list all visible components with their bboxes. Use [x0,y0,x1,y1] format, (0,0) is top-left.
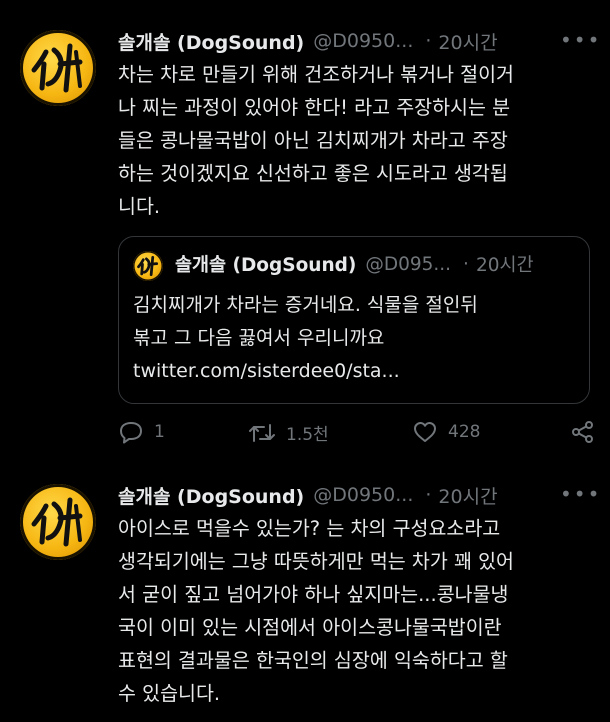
user-handle[interactable]: @D0950... [313,30,413,52]
tweet-header: 솔개솔 (DogSound) @D0950... · 20시간 [118,480,498,510]
logo-icon [137,255,159,277]
quoted-display-name: 솔개솔 (DogSound) [175,255,357,276]
avatar[interactable] [20,30,96,106]
like-count: 428 [448,422,481,442]
retweet-count: 1.5천 [286,425,329,445]
tweet-header: 솔개솔 (DogSound) @D0950... · 20시간 [118,26,498,56]
retweet-button[interactable]: 1.5천 [248,420,329,445]
quoted-timestamp: 20시간 [475,255,534,276]
timestamp[interactable]: 20시간 [438,482,497,509]
reply-count: 1 [154,422,165,442]
reply-icon [120,422,142,444]
separator-dot: · [425,30,432,52]
retweet-icon [249,423,275,442]
like-button[interactable]: 428 [412,420,480,444]
user-handle[interactable]: @D0950... [313,484,413,506]
logo-icon [31,43,83,93]
quoted-header: 솔개솔 (DogSound) @D095... · 20시간 [175,251,534,277]
quoted-avatar [133,251,163,281]
share-button[interactable] [570,420,606,444]
display-name[interactable]: 솔개솔 (DogSound) [118,482,304,509]
heart-icon [414,422,436,442]
timestamp[interactable]: 20시간 [438,28,497,55]
separator-dot: · [425,484,432,506]
more-options-icon[interactable]: ••• [560,482,601,506]
quoted-handle: @D095... [365,253,452,275]
avatar[interactable] [20,484,96,560]
logo-icon [31,497,83,547]
quoted-text: 김치찌개가 차라는 증거네요. 식물을 절인뒤 볶고 그 다음 끓여서 우리니까… [133,294,478,382]
tweet-text: 차는 차로 만들기 위해 건조하거나 볶거나 절이거 나 찌는 과정이 있어야 … [118,63,514,218]
quoted-tweet[interactable]: 솔개솔 (DogSound) @D095... · 20시간 김치찌개가 차라는… [118,236,590,404]
display-name[interactable]: 솔개솔 (DogSound) [118,28,304,55]
more-options-icon[interactable]: ••• [560,28,601,52]
reply-button[interactable]: 1 [118,420,165,444]
tweet-text: 아이스로 먹을수 있는가? 는 차의 구성요소라고 생각되기에는 그냥 따뜻하게… [118,517,514,705]
tweet-actions: 1 1.5천 428 [118,418,598,448]
separator-dot: · [463,253,469,275]
share-icon [572,421,593,443]
